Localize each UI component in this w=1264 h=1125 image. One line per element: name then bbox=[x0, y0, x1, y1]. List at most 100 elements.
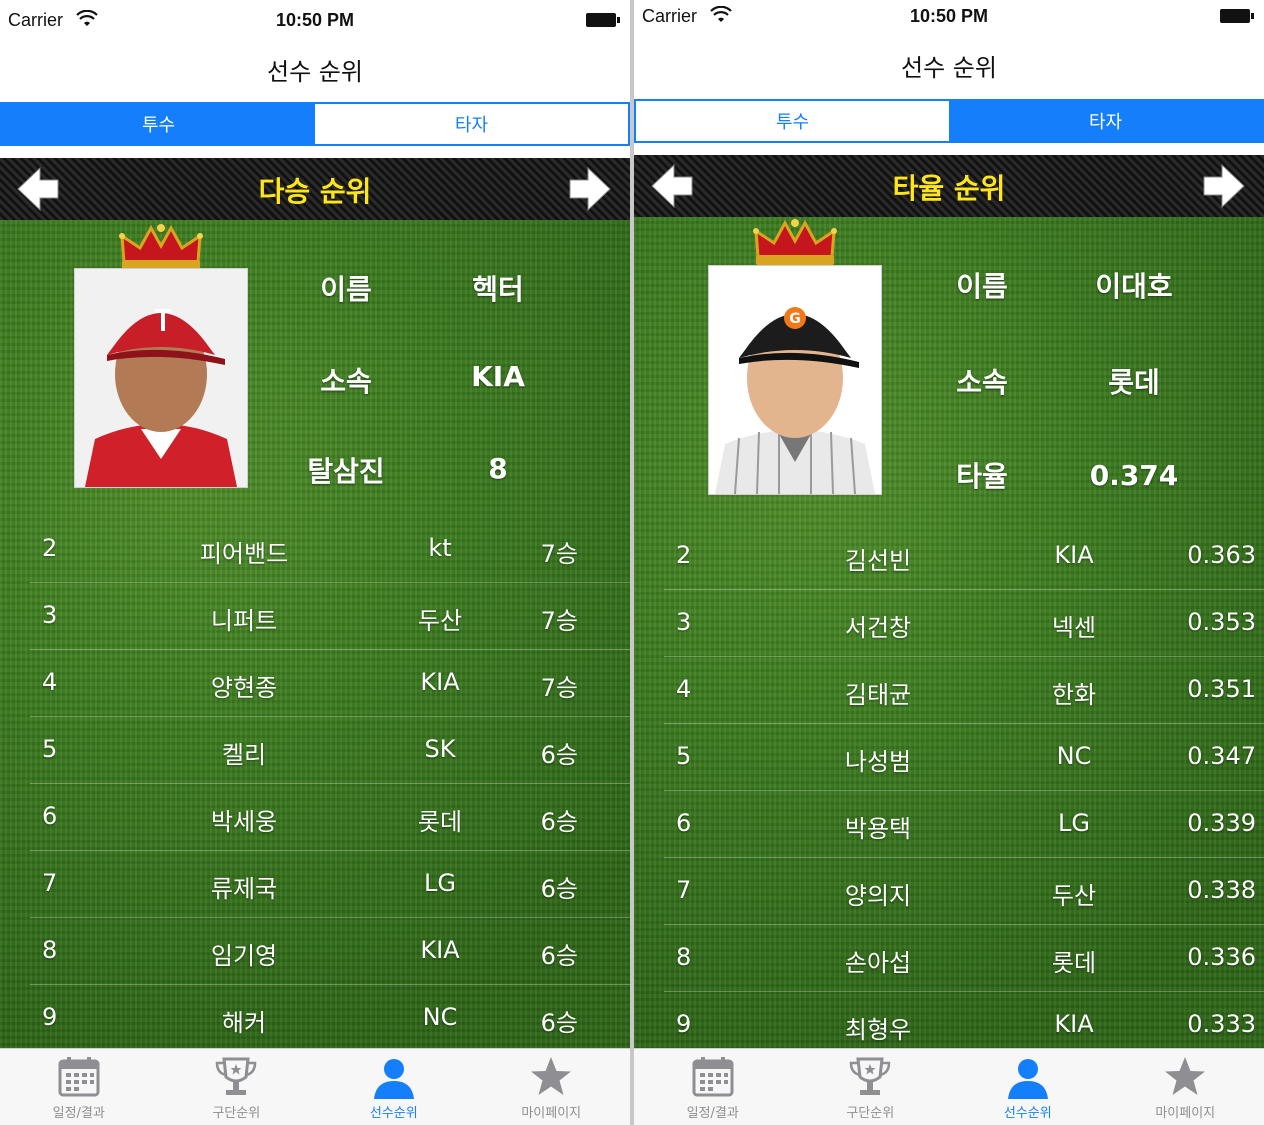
row-team: SK bbox=[424, 735, 456, 763]
tab-player-ranking[interactable]: 선수순위 bbox=[949, 1049, 1107, 1125]
tab-my-page[interactable]: 마이페이지 bbox=[1107, 1049, 1264, 1125]
row-player-name: 손아섭 bbox=[844, 949, 912, 977]
calendar-icon bbox=[58, 1057, 100, 1097]
table-row[interactable]: 3 니퍼트 두산 7승 bbox=[30, 583, 630, 650]
person-icon bbox=[373, 1059, 414, 1099]
status-time: 10:50 PM bbox=[275, 10, 355, 30]
tab-label: 구단순위 bbox=[212, 1106, 261, 1121]
grass-background: 이름 헥터 소속 KIA 탈삼진 8 2 피어밴드 kt 7승 3 니퍼트 두산 7승 4 양… bbox=[0, 220, 630, 1060]
row-player-name: 해커 bbox=[221, 1009, 267, 1037]
table-row[interactable]: 6 박세웅 롯데 6승 bbox=[30, 784, 630, 851]
table-row[interactable]: 2 피어밴드 kt 7승 bbox=[30, 516, 630, 583]
row-player-name: 최형우 bbox=[844, 1016, 912, 1044]
top-player-team: 롯데 bbox=[1108, 366, 1160, 399]
row-player-name: 니퍼트 bbox=[210, 607, 278, 635]
row-rank: 8 bbox=[42, 936, 58, 964]
table-row[interactable]: 6 박용택 LG 0.339 bbox=[664, 791, 1264, 858]
top-player-name: 이대호 bbox=[1095, 270, 1173, 303]
row-stat: 7승 bbox=[540, 674, 578, 702]
next-arrow-icon[interactable] bbox=[1200, 161, 1248, 211]
tab-bar: 일정/결과 구단순위 선수순위 마이페이지 bbox=[634, 1048, 1264, 1125]
table-row[interactable]: 5 나성범 NC 0.347 bbox=[664, 724, 1264, 791]
row-stat: 0.353 bbox=[1187, 608, 1256, 636]
person-icon bbox=[1007, 1059, 1048, 1099]
row-rank: 4 bbox=[42, 668, 58, 696]
row-rank: 2 bbox=[42, 534, 58, 562]
battery-icon bbox=[1220, 9, 1254, 23]
row-player-name: 박용택 bbox=[844, 815, 912, 843]
top-player-team-label: 소속 bbox=[956, 366, 1008, 399]
table-row[interactable]: 9 해커 NC 6승 bbox=[30, 985, 630, 1052]
row-player-name: 박세웅 bbox=[210, 808, 278, 836]
row-player-name: 켈리 bbox=[221, 741, 267, 769]
segment-pitcher[interactable]: 투수 bbox=[2, 104, 315, 144]
row-team: 넥센 bbox=[1051, 614, 1097, 642]
tab-label: 일정/결과 bbox=[52, 1106, 105, 1121]
row-rank: 9 bbox=[676, 1010, 692, 1038]
status-bar: Carrier 10:50 PM bbox=[634, 0, 1264, 36]
table-row[interactable]: 2 김선빈 KIA 0.363 bbox=[664, 523, 1264, 590]
row-stat: 0.339 bbox=[1187, 809, 1256, 837]
tab-schedule[interactable]: 일정/결과 bbox=[634, 1049, 792, 1125]
top-player-name-label: 이름 bbox=[956, 270, 1008, 303]
row-player-name: 김선빈 bbox=[844, 547, 912, 575]
calendar-icon bbox=[692, 1057, 734, 1097]
table-row[interactable]: 4 김태균 한화 0.351 bbox=[664, 657, 1264, 724]
status-time: 10:50 PM bbox=[909, 6, 989, 26]
row-team: 두산 bbox=[1051, 882, 1097, 910]
star-icon bbox=[531, 1057, 572, 1095]
tab-bar: 일정/결과 구단순위 선수순위 마이페이지 bbox=[0, 1048, 630, 1125]
next-arrow-icon[interactable] bbox=[566, 164, 614, 214]
tab-team-ranking[interactable]: 구단순위 bbox=[792, 1049, 950, 1125]
segment-batter[interactable]: 타자 bbox=[315, 104, 628, 144]
tab-team-ranking[interactable]: 구단순위 bbox=[158, 1049, 316, 1125]
segment-pitcher[interactable]: 투수 bbox=[636, 101, 949, 141]
row-stat: 0.333 bbox=[1187, 1010, 1256, 1038]
row-stat: 0.336 bbox=[1187, 943, 1256, 971]
page-title: 선수 순위 bbox=[267, 58, 363, 86]
row-team: KIA bbox=[420, 668, 460, 696]
row-stat: 6승 bbox=[540, 741, 578, 769]
row-player-name: 양현종 bbox=[210, 674, 278, 702]
player-avatar-icon bbox=[75, 269, 247, 487]
table-row[interactable]: 8 임기영 KIA 6승 bbox=[30, 918, 630, 985]
top-player-stat: 0.374 bbox=[1089, 459, 1179, 492]
tab-label: 구단순위 bbox=[846, 1106, 895, 1121]
row-team: kt bbox=[428, 534, 452, 562]
segment-batter[interactable]: 타자 bbox=[949, 101, 1262, 141]
row-stat: 6승 bbox=[540, 942, 578, 970]
player-avatar-icon: G bbox=[709, 266, 881, 494]
tab-label: 선수순위 bbox=[1003, 1106, 1052, 1121]
row-player-name: 피어밴드 bbox=[199, 540, 289, 568]
row-player-name: 양의지 bbox=[844, 882, 912, 910]
row-team: KIA bbox=[1054, 1010, 1094, 1038]
table-row[interactable]: 7 류제국 LG 6승 bbox=[30, 851, 630, 918]
row-team: KIA bbox=[420, 936, 460, 964]
row-team: NC bbox=[422, 1003, 458, 1031]
row-team: KIA bbox=[1054, 541, 1094, 569]
row-stat: 0.351 bbox=[1187, 675, 1256, 703]
ranking-header: 다승 순위 bbox=[0, 158, 630, 220]
tab-player-ranking[interactable]: 선수순위 bbox=[315, 1049, 473, 1125]
table-row[interactable]: 8 손아섭 롯데 0.336 bbox=[664, 925, 1264, 992]
table-row[interactable]: 3 서건창 넥센 0.353 bbox=[664, 590, 1264, 657]
tab-my-page[interactable]: 마이페이지 bbox=[473, 1049, 631, 1125]
row-team: 두산 bbox=[417, 607, 463, 635]
row-stat: 6승 bbox=[540, 875, 578, 903]
tab-schedule[interactable]: 일정/결과 bbox=[0, 1049, 158, 1125]
table-row[interactable]: 5 켈리 SK 6승 bbox=[30, 717, 630, 784]
row-player-name: 임기영 bbox=[210, 942, 278, 970]
row-team: 한화 bbox=[1051, 681, 1097, 709]
row-rank: 9 bbox=[42, 1003, 58, 1031]
row-rank: 7 bbox=[42, 869, 58, 897]
tab-label: 일정/결과 bbox=[686, 1106, 739, 1121]
trophy-icon bbox=[215, 1057, 257, 1095]
row-stat: 0.338 bbox=[1187, 876, 1256, 904]
row-stat: 7승 bbox=[540, 540, 578, 568]
table-row[interactable]: 7 양의지 두산 0.338 bbox=[664, 858, 1264, 925]
row-team: LG bbox=[1058, 809, 1090, 837]
row-stat: 0.347 bbox=[1187, 742, 1256, 770]
tab-label: 마이페이지 bbox=[521, 1106, 582, 1121]
top-player-stat: 8 bbox=[488, 452, 508, 485]
table-row[interactable]: 4 양현종 KIA 7승 bbox=[30, 650, 630, 717]
